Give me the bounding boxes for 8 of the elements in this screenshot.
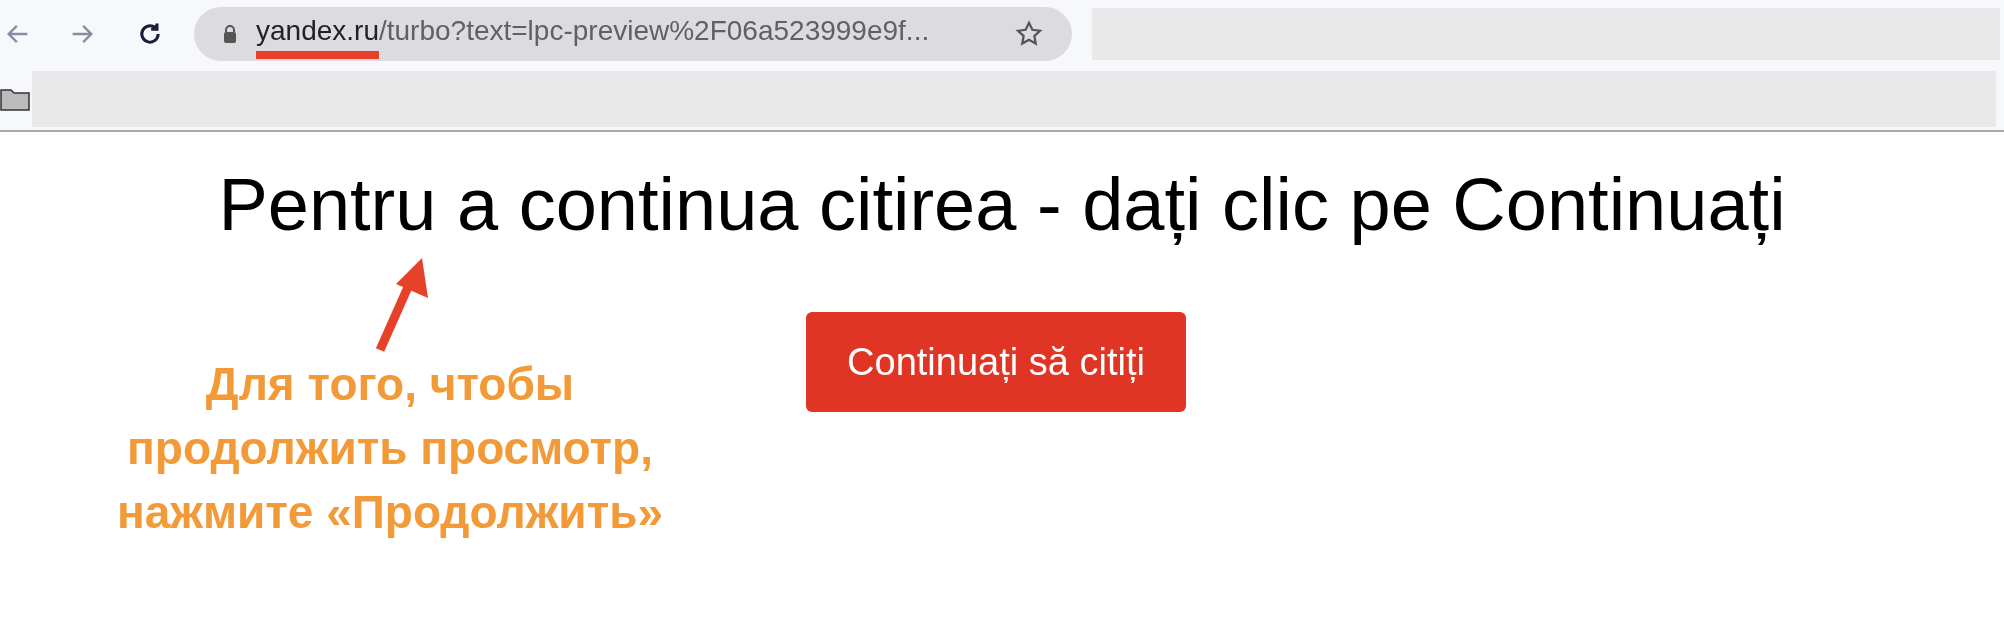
url-text: yandex.ru/turbo?text=lpc-preview%2F06a523999e9f... — [256, 9, 930, 59]
annotation-text: Для того, чтобы — [205, 357, 575, 412]
folder-icon[interactable] — [0, 87, 30, 111]
address-bar[interactable]: yandex.ru/turbo?text=lpc-preview%2F06a523999e9f... — [194, 7, 1072, 61]
continue-button[interactable]: Continuați să citiți — [806, 312, 1186, 412]
lock-icon — [222, 24, 238, 44]
annotation-text: нажмите «Продолжить» — [116, 485, 664, 540]
annotation-text: продолжить просмотр, — [127, 421, 653, 476]
